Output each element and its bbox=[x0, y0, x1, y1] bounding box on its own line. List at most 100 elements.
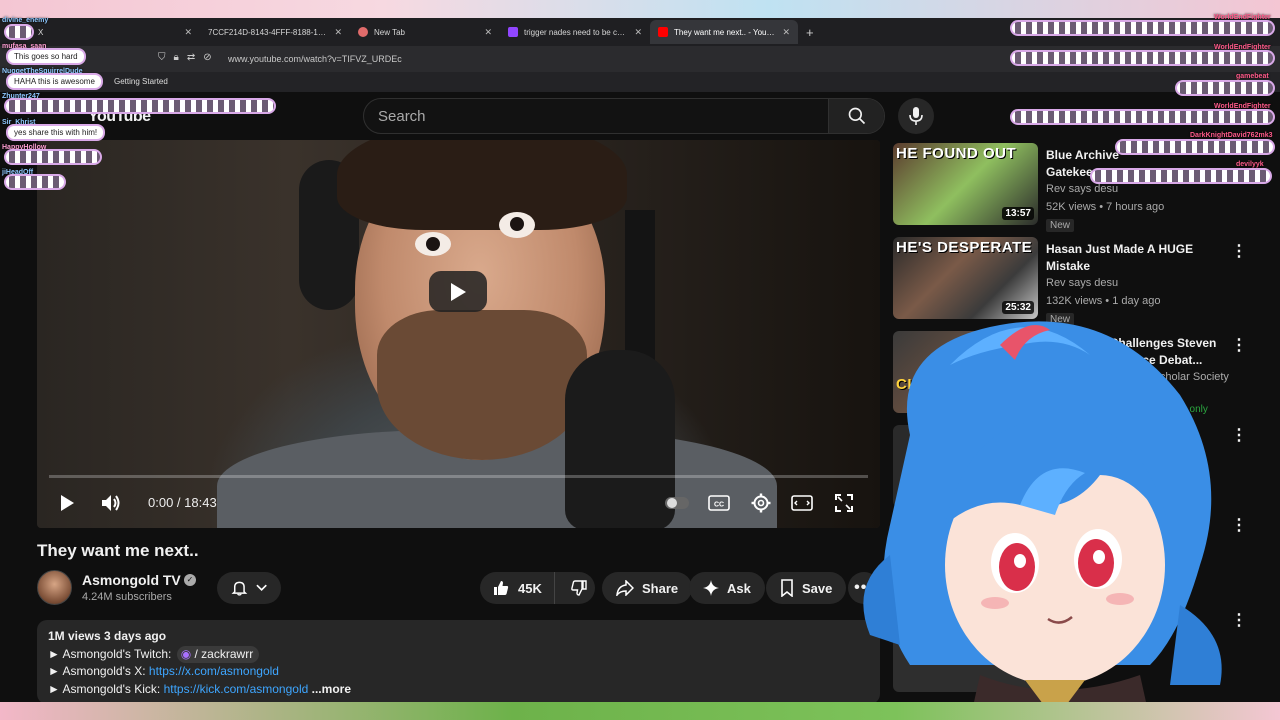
thumbnail-caption: HE FOUND OUT bbox=[896, 145, 1017, 162]
more-vertical-icon[interactable]: ⋮ bbox=[1231, 515, 1247, 535]
kick-line-label: ► Asmongold's Kick: bbox=[48, 681, 161, 696]
stream-overlay-top-decoration bbox=[0, 0, 1280, 18]
browser-tab[interactable]: 7CCF214D-8143-4FFF-8188-173CA ✕ bbox=[200, 20, 350, 44]
close-icon[interactable]: ✕ bbox=[334, 27, 342, 38]
address-bar-icons: ⛉ 🔒︎ ⇄ ⊘ bbox=[158, 52, 212, 63]
permissions-icon[interactable]: ⇄ bbox=[187, 52, 195, 63]
toggle-icon bbox=[665, 497, 689, 509]
chat-emote-row bbox=[4, 149, 102, 165]
more-vertical-icon[interactable]: ⋮ bbox=[1231, 241, 1247, 261]
search-bar bbox=[363, 98, 885, 134]
bell-icon bbox=[231, 581, 248, 596]
video-title: They want me next.. bbox=[37, 541, 199, 560]
voice-search-button[interactable] bbox=[898, 98, 934, 134]
svg-text:CC: CC bbox=[714, 502, 724, 509]
new-badge: New bbox=[1046, 219, 1075, 232]
autoplay-toggle[interactable] bbox=[664, 491, 690, 515]
microphone-icon bbox=[909, 107, 923, 125]
bookmarks-bar: Getting Started bbox=[0, 72, 1280, 92]
search-button[interactable] bbox=[828, 99, 884, 133]
video-frame-eye bbox=[415, 232, 451, 256]
tab-label: New Tab bbox=[374, 27, 405, 37]
youtube-icon bbox=[658, 27, 668, 37]
related-video[interactable]: HE FOUND OUT 13:57 Blue Archive Gatekee R… bbox=[893, 143, 1243, 232]
notification-bell-button[interactable] bbox=[217, 572, 281, 604]
url-field[interactable]: www.youtube.com/watch?v=TIFVZ_URDEc bbox=[228, 54, 402, 64]
description-line: ► Asmongold's Kick: https://kick.com/asm… bbox=[48, 681, 869, 699]
browser-tab-active[interactable]: They want me next.. - YouTube ✕ bbox=[650, 20, 798, 44]
settings-button[interactable] bbox=[749, 491, 773, 515]
tab-label: trigger nades need to be chang bbox=[524, 27, 629, 37]
browser-tab[interactable]: trigger nades need to be chang ✕ bbox=[500, 20, 650, 44]
related-video-channel[interactable]: Rev says desu bbox=[1046, 277, 1118, 289]
thumbnail-caption: HE'S DESPERATE bbox=[896, 239, 1033, 256]
share-label: Share bbox=[642, 580, 679, 596]
close-icon[interactable]: ✕ bbox=[484, 27, 492, 38]
dislike-button[interactable] bbox=[563, 572, 595, 604]
more-vertical-icon[interactable]: ⋮ bbox=[1231, 335, 1247, 355]
chat-username: gamebeat bbox=[1236, 73, 1269, 80]
play-icon bbox=[451, 282, 466, 301]
show-more-button[interactable]: ...more bbox=[312, 682, 351, 696]
progress-bar[interactable] bbox=[49, 475, 868, 478]
thumbs-up-icon bbox=[494, 581, 509, 595]
volume-button[interactable] bbox=[97, 491, 125, 515]
close-icon[interactable]: ✕ bbox=[782, 27, 790, 38]
time-display: 0:00 / 18:43 bbox=[148, 495, 217, 510]
more-vertical-icon[interactable]: ⋮ bbox=[1231, 425, 1247, 445]
related-video-channel[interactable]: Rev says desu bbox=[1046, 183, 1118, 195]
share-icon bbox=[616, 580, 634, 596]
related-video-title[interactable]: Hasan Just Made A HUGE Mistake bbox=[1046, 241, 1226, 275]
lock-icon[interactable]: 🔒︎ bbox=[174, 52, 179, 63]
bookmark-getting-started[interactable]: Getting Started bbox=[114, 77, 168, 86]
chat-message: HAHA this is awesome bbox=[6, 73, 103, 90]
related-video-meta: 52K views • 7 hours ago bbox=[1046, 201, 1165, 213]
channel-avatar[interactable] bbox=[37, 570, 72, 605]
video-frame-beard bbox=[377, 310, 587, 460]
subscriber-count: 4.24M subscribers bbox=[82, 591, 172, 603]
more-vertical-icon[interactable]: ⋮ bbox=[1231, 610, 1247, 630]
chat-emote-row bbox=[4, 174, 66, 190]
close-icon[interactable]: ✕ bbox=[634, 27, 642, 38]
theater-mode-button[interactable] bbox=[790, 491, 814, 515]
like-button[interactable]: 45K bbox=[480, 572, 555, 604]
verified-icon: ✓ bbox=[184, 574, 196, 586]
chat-username: devilyyk bbox=[1236, 161, 1264, 168]
large-play-button[interactable] bbox=[429, 271, 487, 312]
close-icon[interactable]: ✕ bbox=[184, 27, 192, 38]
chat-emote-row bbox=[1010, 20, 1275, 36]
ask-button[interactable]: Ask bbox=[689, 572, 765, 604]
captions-button[interactable]: CC bbox=[707, 491, 731, 515]
channel-name[interactable]: Asmongold TV bbox=[82, 572, 181, 588]
video-player[interactable]: 0:00 / 18:43 CC bbox=[37, 140, 880, 528]
video-thumbnail[interactable]: HE FOUND OUT 13:57 bbox=[893, 143, 1038, 225]
description-box[interactable]: 1M views 3 days ago ► Asmongold's Twitch… bbox=[37, 620, 880, 704]
twitch-handle: / zackrawrr bbox=[194, 646, 254, 661]
play-icon bbox=[61, 495, 74, 511]
kick-link[interactable]: https://kick.com/asmongold bbox=[164, 682, 309, 696]
share-button[interactable]: Share bbox=[602, 572, 693, 604]
save-label: Save bbox=[802, 580, 833, 596]
stream-overlay-bottom-decoration bbox=[0, 702, 1280, 720]
save-button[interactable]: Save bbox=[766, 572, 847, 604]
video-duration: 13:57 bbox=[1002, 207, 1034, 220]
x-line-label: ► Asmongold's X: bbox=[48, 664, 146, 678]
shield-icon[interactable]: ⛉ bbox=[158, 52, 166, 63]
tracking-icon[interactable]: ⊘ bbox=[203, 52, 211, 63]
x-link[interactable]: https://x.com/asmongold bbox=[149, 664, 279, 678]
new-tab-icon bbox=[358, 27, 368, 37]
chat-message: This goes so hard bbox=[6, 48, 86, 65]
browser-tab[interactable]: New Tab ✕ bbox=[350, 20, 500, 44]
tab-label: 7CCF214D-8143-4FFF-8188-173CA bbox=[208, 27, 329, 37]
search-input[interactable] bbox=[364, 99, 828, 133]
tab-label: They want me next.. - YouTube bbox=[674, 27, 777, 37]
player-controls: 0:00 / 18:43 CC bbox=[37, 485, 880, 525]
gear-icon bbox=[751, 493, 771, 513]
browser-tab[interactable]: X ✕ bbox=[30, 20, 200, 44]
play-button[interactable] bbox=[55, 491, 79, 515]
new-tab-button[interactable]: + bbox=[798, 20, 824, 44]
chevron-down-icon bbox=[256, 584, 267, 592]
twitch-channel-chip[interactable]: ◉ / zackrawrr bbox=[176, 645, 260, 663]
thumbs-down-icon bbox=[571, 580, 587, 596]
volume-icon bbox=[102, 495, 120, 511]
